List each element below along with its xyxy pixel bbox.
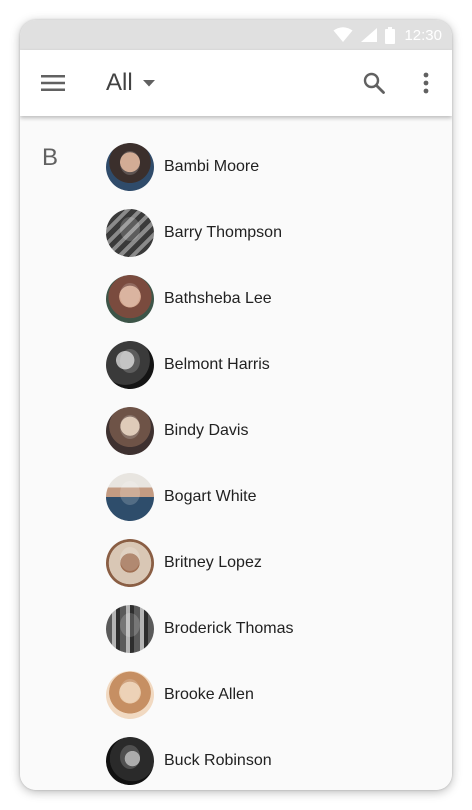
contact-row[interactable]: Broderick Thomas bbox=[106, 596, 436, 662]
contact-avatar bbox=[106, 737, 154, 785]
contact-row[interactable]: Belmont Harris bbox=[106, 332, 436, 398]
search-icon bbox=[363, 72, 385, 94]
section-header-letter: B bbox=[42, 144, 59, 171]
contact-row[interactable]: Buck Robinson bbox=[106, 728, 436, 790]
contact-avatar bbox=[106, 407, 154, 455]
contact-row[interactable]: Bogart White bbox=[106, 464, 436, 530]
contact-avatar bbox=[106, 275, 154, 323]
contact-name: Buck Robinson bbox=[164, 752, 272, 769]
contact-avatar bbox=[106, 209, 154, 257]
search-button[interactable] bbox=[361, 70, 387, 96]
contact-list: Bambi Moore Barry Thompson Bathsheba Lee… bbox=[106, 134, 436, 790]
phone-frame: 12:30 All B Bambi Moore Barry Thompson B… bbox=[20, 20, 452, 790]
signal-icon bbox=[361, 28, 378, 42]
contact-avatar bbox=[106, 605, 154, 653]
menu-icon bbox=[41, 75, 65, 91]
contact-name: Britney Lopez bbox=[164, 554, 262, 571]
contact-row[interactable]: Britney Lopez bbox=[106, 530, 436, 596]
contact-name: Belmont Harris bbox=[164, 356, 270, 373]
contact-row[interactable]: Brooke Allen bbox=[106, 662, 436, 728]
contact-name: Bambi Moore bbox=[164, 158, 260, 175]
menu-button[interactable] bbox=[40, 71, 66, 95]
app-bar: All bbox=[20, 50, 452, 116]
contact-name: Bathsheba Lee bbox=[164, 290, 272, 307]
contact-row[interactable]: Bathsheba Lee bbox=[106, 266, 436, 332]
contact-avatar bbox=[106, 473, 154, 521]
more-vert-icon bbox=[423, 72, 429, 94]
more-options-button[interactable] bbox=[413, 70, 439, 96]
wifi-icon bbox=[333, 27, 353, 42]
contact-name: Bogart White bbox=[164, 488, 257, 505]
contact-name: Barry Thompson bbox=[164, 224, 282, 241]
contact-row[interactable]: Barry Thompson bbox=[106, 200, 436, 266]
contact-row[interactable]: Bambi Moore bbox=[106, 134, 436, 200]
contact-avatar bbox=[106, 143, 154, 191]
filter-dropdown[interactable]: All bbox=[106, 66, 155, 100]
contact-avatar bbox=[106, 671, 154, 719]
contact-name: Brooke Allen bbox=[164, 686, 254, 703]
contact-row[interactable]: Bindy Davis bbox=[106, 398, 436, 464]
contact-name: Bindy Davis bbox=[164, 422, 249, 439]
status-time: 12:30 bbox=[404, 26, 442, 44]
filter-label: All bbox=[106, 69, 133, 96]
status-bar: 12:30 bbox=[20, 20, 452, 50]
contact-avatar bbox=[106, 341, 154, 389]
contact-name: Broderick Thomas bbox=[164, 620, 294, 637]
contact-list-area: B Bambi Moore Barry Thompson Bathsheba L… bbox=[20, 116, 452, 790]
arrow-drop-down-icon bbox=[142, 79, 155, 86]
battery-icon bbox=[385, 26, 396, 44]
contact-avatar bbox=[106, 539, 154, 587]
